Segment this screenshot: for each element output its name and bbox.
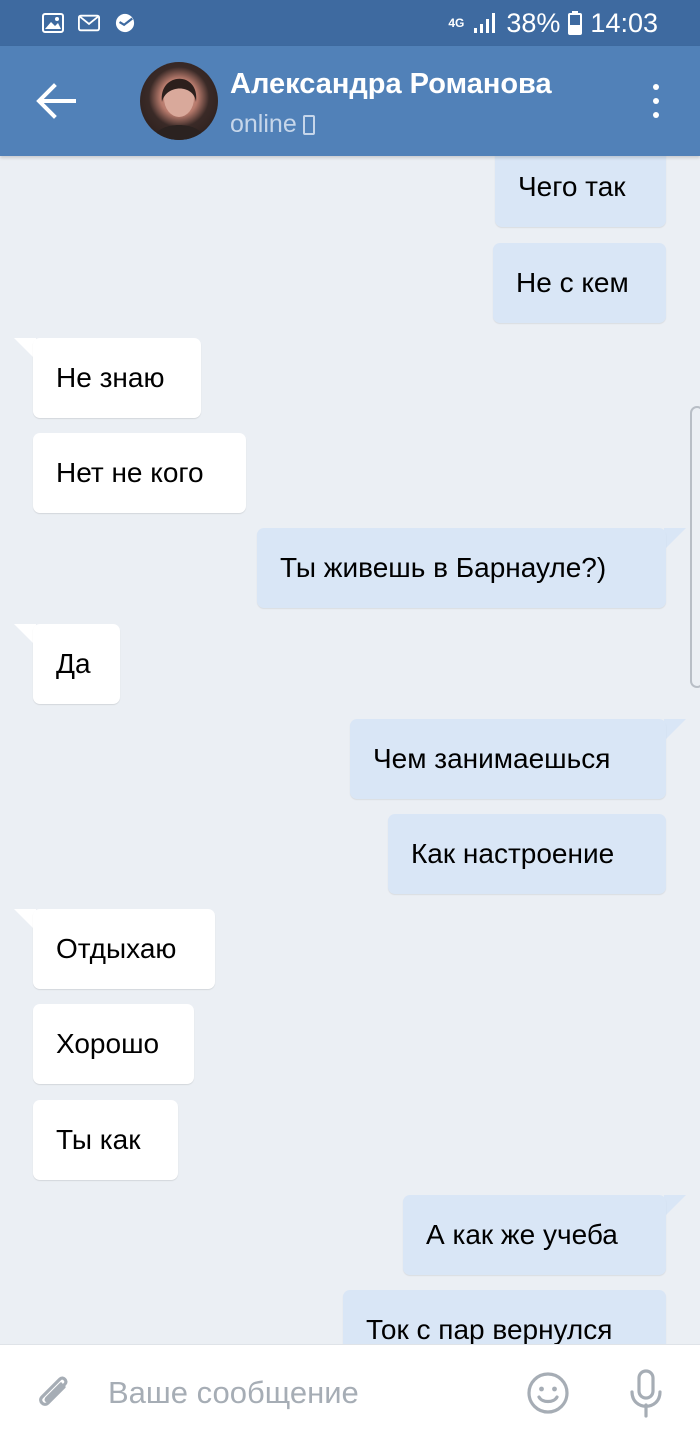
chat-header: Александра Романова online [0, 46, 700, 156]
message-bubble-in[interactable]: Нет не кого [33, 433, 246, 513]
scrollbar[interactable] [690, 406, 700, 688]
message-text: Как настроение [411, 838, 615, 869]
bubble-tail [664, 719, 686, 741]
system-indicators: 4G 38% 14:03 [448, 8, 658, 39]
message-text: Да [56, 648, 91, 679]
bubble-tail [664, 1195, 686, 1217]
mail-icon [78, 14, 100, 32]
message-bubble-out[interactable]: А как же учеба [403, 1195, 666, 1275]
status-bar: 4G 38% 14:03 [0, 0, 700, 46]
notification-icons [42, 13, 136, 33]
back-arrow-icon[interactable] [34, 82, 76, 120]
message-bubble-in[interactable]: Да [33, 624, 120, 704]
message-bubble-out[interactable]: Ты живешь в Барнауле?) [257, 528, 666, 608]
message-text: Чем занимаешься [373, 743, 611, 774]
clock: 14:03 [590, 7, 658, 38]
bubble-tail [664, 528, 686, 550]
message-text: Ты как [56, 1124, 141, 1155]
sberbank-icon [115, 13, 135, 33]
network-type: 4G [448, 15, 465, 30]
emoji-icon[interactable] [526, 1371, 570, 1415]
message-composer [0, 1344, 700, 1438]
message-bubble-in[interactable]: Ты как [33, 1100, 178, 1180]
message-bubble-in[interactable]: Не знаю [33, 338, 201, 418]
message-text: А как же учеба [426, 1219, 618, 1250]
message-text: Не с кем [516, 267, 629, 298]
gallery-icon [42, 13, 64, 33]
signal-icon [474, 13, 496, 33]
contact-name[interactable]: Александра Романова [230, 68, 552, 101]
message-bubble-in[interactable]: Отдыхаю [33, 909, 215, 989]
message-text: Хорошо [56, 1028, 160, 1059]
message-text: Не знаю [56, 362, 165, 393]
more-vert-icon[interactable] [648, 84, 664, 118]
message-bubble-out[interactable]: Не с кем [493, 243, 666, 323]
message-bubble-out[interactable]: Как настроение [388, 814, 666, 894]
contact-status: online [230, 110, 315, 139]
message-bubble-in[interactable]: Хорошо [33, 1004, 194, 1084]
message-text: Нет не кого [56, 457, 204, 488]
battery-icon [568, 11, 583, 35]
avatar[interactable] [140, 62, 218, 140]
message-bubble-out[interactable]: Чем занимаешься [350, 719, 666, 799]
online-status: online [230, 110, 297, 138]
message-list[interactable]: Чего так Не с кем Не знаю Нет не кого Ты… [0, 156, 700, 1344]
microphone-icon[interactable] [626, 1369, 666, 1419]
message-input[interactable] [108, 1365, 498, 1421]
message-text: Ток с пар вернулся [366, 1314, 613, 1344]
battery-percent: 38% [506, 7, 561, 38]
paperclip-icon[interactable] [34, 1373, 76, 1415]
message-text: Чего так [518, 171, 626, 202]
message-bubble-out[interactable]: Чего так [495, 156, 666, 227]
message-bubble-out[interactable]: Ток с пар вернулся [343, 1290, 666, 1344]
mobile-icon [302, 114, 315, 135]
message-text: Отдыхаю [56, 933, 177, 964]
message-text: Ты живешь в Барнауле?) [280, 552, 607, 583]
